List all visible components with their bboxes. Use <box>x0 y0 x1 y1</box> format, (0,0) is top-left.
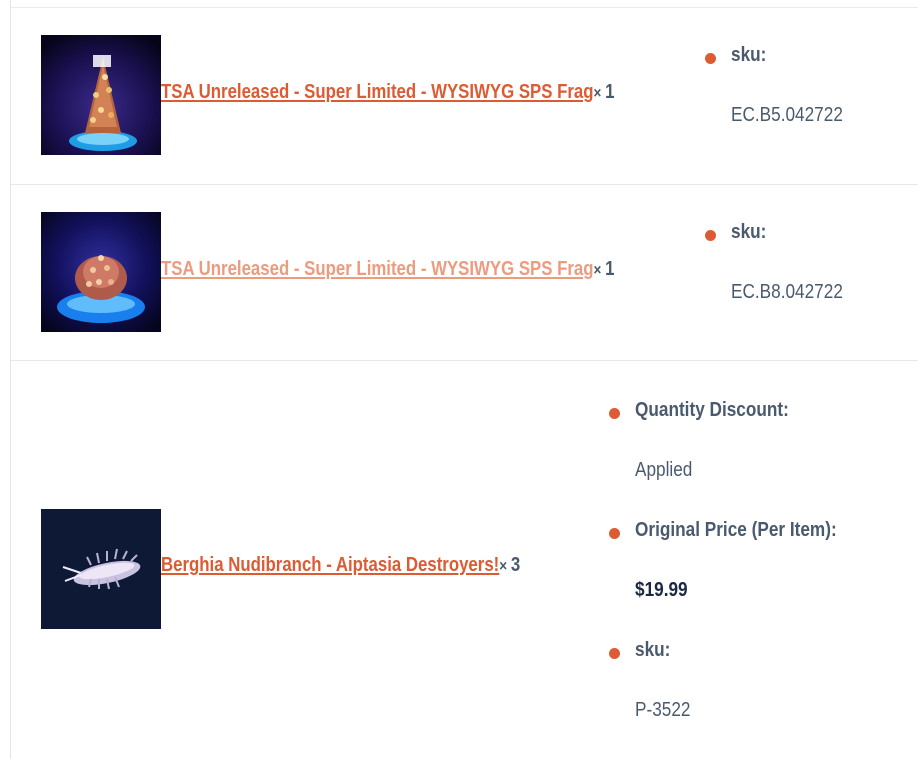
order-items-list: TSA Unreleased - Super Limited - WYSIWYG… <box>10 0 918 759</box>
meta-item-original-price: Original Price (Per Item): $19.99 <box>609 515 870 635</box>
meta-value: Applied <box>635 459 693 481</box>
meta-value: P-3522 <box>635 699 691 721</box>
coral-frag-image <box>41 35 161 155</box>
meta-item-quantity-discount: Quantity Discount: Applied <box>609 395 870 515</box>
meta-value: EC.B5.042722 <box>731 104 843 126</box>
quantity-mark: × <box>593 262 602 279</box>
quantity-value: 1 <box>605 258 615 280</box>
item-meta-list: sku: EC.B5.042722 <box>705 40 861 160</box>
bullet-icon <box>609 648 620 659</box>
product-link[interactable]: TSA Unreleased - Super Limited - WYSIWYG… <box>161 81 594 103</box>
product-thumbnail-coral[interactable] <box>41 212 161 332</box>
meta-key: sku: <box>731 44 767 66</box>
bullet-icon <box>609 528 620 539</box>
product-link[interactable]: TSA Unreleased - Super Limited - WYSIWYG… <box>161 258 594 280</box>
product-line: TSA Unreleased - Super Limited - WYSIWYG… <box>161 258 614 281</box>
meta-key: Original Price (Per Item): <box>635 519 837 541</box>
nudibranch-image <box>41 509 161 629</box>
quantity: × 3 <box>499 554 520 576</box>
meta-item-sku: sku: EC.B5.042722 <box>705 40 861 160</box>
meta-value: EC.B8.042722 <box>731 281 843 303</box>
quantity-value: 3 <box>510 554 521 576</box>
quantity-mark: × <box>593 85 602 102</box>
quantity-mark: × <box>499 558 508 575</box>
item-meta-list: sku: EC.B8.042722 <box>705 217 861 337</box>
order-item-row: Berghia Nudibranch - Aiptasia Destroyers… <box>11 361 918 759</box>
bullet-icon <box>609 408 620 419</box>
bullet-icon <box>705 53 716 64</box>
meta-item-sku: sku: EC.B8.042722 <box>705 217 861 337</box>
order-item-row: TSA Unreleased - Super Limited - WYSIWYG… <box>11 8 918 185</box>
bullet-icon <box>705 230 716 241</box>
item-meta-list: Quantity Discount: Applied Original Pric… <box>609 395 870 755</box>
meta-key: sku: <box>635 639 671 661</box>
product-line: TSA Unreleased - Super Limited - WYSIWYG… <box>161 81 614 104</box>
quantity-value: 1 <box>605 81 615 103</box>
meta-item-sku: sku: P-3522 <box>609 635 870 755</box>
product-thumbnail-nudibranch[interactable] <box>41 509 161 629</box>
meta-key: sku: <box>731 221 767 243</box>
order-item-row: TSA Unreleased - Super Limited - WYSIWYG… <box>11 185 918 361</box>
product-line: Berghia Nudibranch - Aiptasia Destroyers… <box>161 554 520 577</box>
product-link[interactable]: Berghia Nudibranch - Aiptasia Destroyers… <box>161 554 499 576</box>
coral-frag-image <box>41 212 161 332</box>
meta-key: Quantity Discount: <box>635 399 789 421</box>
quantity: × 1 <box>593 81 615 103</box>
product-thumbnail-coral[interactable] <box>41 35 161 155</box>
meta-value-price: $19.99 <box>635 579 688 601</box>
quantity: × 1 <box>593 258 615 280</box>
